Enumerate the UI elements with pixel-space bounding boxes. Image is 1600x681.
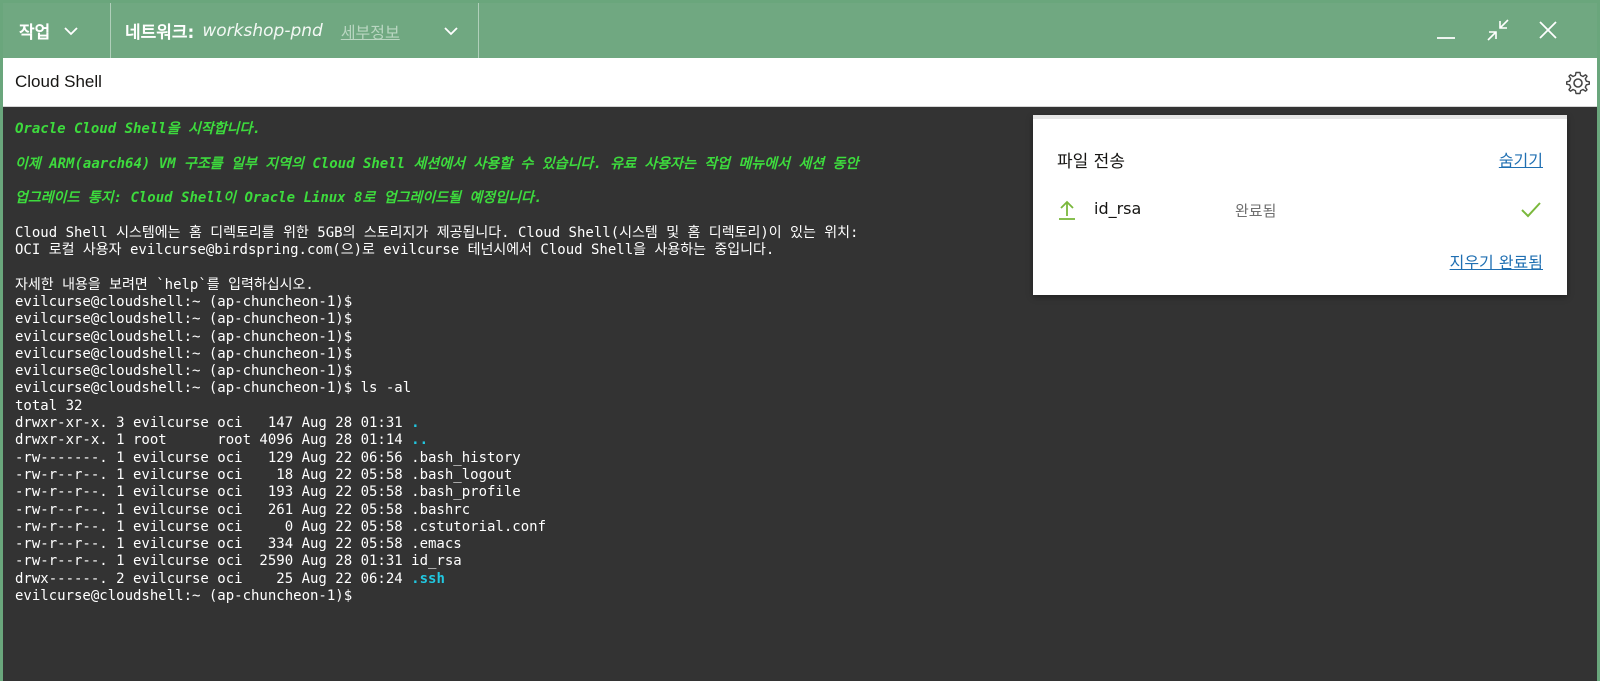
file-transfer-panel: 파일 전송 숨기기 id_rsa 완료됨 지우기 완료됨 [1033, 115, 1567, 295]
terminal-line: evilcurse@cloudshell:~ (ap-chuncheon-1)$ [15, 294, 858, 311]
transfer-file-name: id_rsa [1094, 199, 1142, 218]
terminal-line-text: 이제 ARM(aarch64) VM 구조를 일부 지역의 Cloud Shel… [15, 155, 859, 172]
cloud-shell-window: 작업 네트워크: workshop-pnd 세부정보 Cloud Shell O… [3, 3, 1597, 681]
transfer-item: id_rsa 완료됨 [1057, 197, 1543, 223]
close-icon [1539, 21, 1557, 39]
close-button[interactable] [1533, 15, 1563, 45]
terminal-line: -rw-r--r--. 1 evilcurse oci 193 Aug 22 0… [15, 484, 858, 501]
terminal-line: evilcurse@cloudshell:~ (ap-chuncheon-1)$ [15, 346, 858, 363]
terminal-line-text: evilcurse@cloudshell:~ (ap-chuncheon-1)$ [15, 328, 353, 345]
terminal-line-text: -rw-------. 1 evilcurse oci 129 Aug 22 0… [15, 449, 521, 466]
terminal-line-text: evilcurse@cloudshell:~ (ap-chuncheon-1)$ [15, 588, 353, 605]
terminal-dir-name: .. [411, 432, 429, 449]
terminal-line: -rw-r--r--. 1 evilcurse oci 334 Aug 22 0… [15, 536, 858, 553]
terminal-line-text: -rw-r--r--. 1 evilcurse oci 0 Aug 22 05:… [15, 518, 547, 535]
terminal-line: evilcurse@cloudshell:~ (ap-chuncheon-1)$ [15, 311, 858, 328]
chevron-down-icon [444, 26, 458, 35]
transfer-status: 완료됨 [1235, 202, 1277, 220]
terminal-line: evilcurse@cloudshell:~ (ap-chuncheon-1)$ [15, 363, 858, 380]
terminal-line: -rw-r--r--. 1 evilcurse oci 2590 Aug 28 … [15, 553, 858, 570]
actions-menu[interactable]: 작업 [3, 3, 111, 58]
terminal-line: drwx------. 2 evilcurse oci 25 Aug 22 06… [15, 571, 858, 588]
terminal-line: -rw-r--r--. 1 evilcurse oci 18 Aug 22 05… [15, 467, 858, 484]
network-details-link[interactable]: 세부정보 [341, 19, 400, 43]
terminal-line: -rw-r--r--. 1 evilcurse oci 261 Aug 22 0… [15, 502, 858, 519]
terminal-line: Oracle Cloud Shell을 시작합니다. [15, 121, 858, 138]
upload-arrow-icon [1059, 200, 1075, 220]
terminal-line-text: drwx------. 2 evilcurse oci 25 Aug 22 06… [15, 570, 412, 587]
terminal-line-text: 업그레이드 통지: Cloud Shell이 Oracle Linux 8로 업… [15, 190, 543, 207]
minimize-icon [1437, 37, 1455, 39]
terminal-line: drwxr-xr-x. 1 root root 4096 Aug 28 01:1… [15, 432, 858, 449]
terminal-line: 이제 ARM(aarch64) VM 구조를 일부 지역의 Cloud Shel… [15, 156, 858, 173]
clear-completed-link[interactable]: 지우기 완료됨 [1450, 249, 1543, 273]
network-menu[interactable]: 네트워크: workshop-pnd 세부정보 [111, 3, 479, 58]
network-name: workshop-pnd [202, 20, 323, 41]
actions-menu-label: 작업 [19, 23, 51, 43]
hide-link[interactable]: 숨기기 [1499, 147, 1543, 171]
terminal-line-text: drwxr-xr-x. 1 root root 4096 Aug 28 01:1… [15, 432, 412, 449]
terminal-line: evilcurse@cloudshell:~ (ap-chuncheon-1)$ [15, 588, 858, 605]
terminal-line-text: Oracle Cloud Shell을 시작합니다. [15, 121, 261, 137]
terminal-dir-name: . [411, 415, 420, 432]
chevron-down-icon [64, 26, 78, 35]
cloud-shell-header: 작업 네트워크: workshop-pnd 세부정보 [3, 3, 1597, 58]
terminal-line-text: -rw-r--r--. 1 evilcurse oci 334 Aug 22 0… [15, 536, 462, 553]
file-transfer-title: 파일 전송 [1057, 152, 1125, 172]
terminal-dir-name: .ssh [411, 570, 445, 587]
window-title: Cloud Shell [15, 72, 102, 91]
terminal-line: -rw-r--r--. 1 evilcurse oci 0 Aug 22 05:… [15, 519, 858, 536]
terminal-line: -rw-------. 1 evilcurse oci 129 Aug 22 0… [15, 450, 858, 467]
terminal-line: 자세한 내용을 보려면 `help`를 입력하십시오. [15, 277, 858, 294]
check-icon [1521, 202, 1541, 218]
terminal-output: Oracle Cloud Shell을 시작합니다. 이제 ARM(aarch64… [15, 121, 858, 605]
gear-icon[interactable] [1565, 70, 1591, 96]
terminal-line: drwxr-xr-x. 3 evilcurse oci 147 Aug 28 0… [15, 415, 858, 432]
terminal-line-text: evilcurse@cloudshell:~ (ap-chuncheon-1)$ [15, 293, 353, 310]
terminal-line: evilcurse@cloudshell:~ (ap-chuncheon-1)$… [15, 380, 858, 397]
terminal-line-text: -rw-r--r--. 1 evilcurse oci 193 Aug 22 0… [15, 484, 521, 501]
terminal-line-text: evilcurse@cloudshell:~ (ap-chuncheon-1)$ [15, 345, 353, 362]
terminal-line-text: evilcurse@cloudshell:~ (ap-chuncheon-1)$ [15, 311, 353, 328]
terminal-line: total 32 [15, 398, 858, 415]
terminal-line: Cloud Shell 시스템에는 홈 디렉토리를 위한 5GB의 스토리지가 … [15, 225, 858, 242]
terminal-line-text: Cloud Shell 시스템에는 홈 디렉토리를 위한 5GB의 스토리지가 … [15, 224, 859, 241]
terminal-line-text: evilcurse@cloudshell:~ (ap-chuncheon-1)$ [15, 363, 353, 380]
title-bar: Cloud Shell [3, 58, 1597, 107]
terminal-line-text: -rw-r--r--. 1 evilcurse oci 261 Aug 22 0… [15, 501, 471, 518]
terminal-line-text: drwxr-xr-x. 3 evilcurse oci 147 Aug 28 0… [15, 415, 412, 432]
terminal-line-text: total 32 [15, 397, 83, 414]
collapse-icon [1487, 19, 1509, 41]
minimize-button[interactable] [1431, 15, 1461, 45]
terminal-line: evilcurse@cloudshell:~ (ap-chuncheon-1)$ [15, 329, 858, 346]
terminal-line: OCI 로컬 사용자 evilcurse@birdspring.com(으)로 … [15, 242, 858, 259]
terminal-line-text: -rw-r--r--. 1 evilcurse oci 2590 Aug 28 … [15, 553, 462, 570]
terminal-line: 업그레이드 통지: Cloud Shell이 Oracle Linux 8로 업… [15, 190, 858, 207]
terminal-line-text: -rw-r--r--. 1 evilcurse oci 18 Aug 22 05… [15, 466, 513, 483]
terminal-line-text: OCI 로컬 사용자 evilcurse@birdspring.com(으)로 … [15, 242, 775, 259]
network-label: 네트워크: [125, 23, 195, 43]
terminal-line-text: 자세한 내용을 보려면 `help`를 입력하십시오. [15, 276, 314, 293]
restore-button[interactable] [1483, 15, 1513, 45]
terminal-line-text: evilcurse@cloudshell:~ (ap-chuncheon-1)$… [15, 380, 412, 397]
